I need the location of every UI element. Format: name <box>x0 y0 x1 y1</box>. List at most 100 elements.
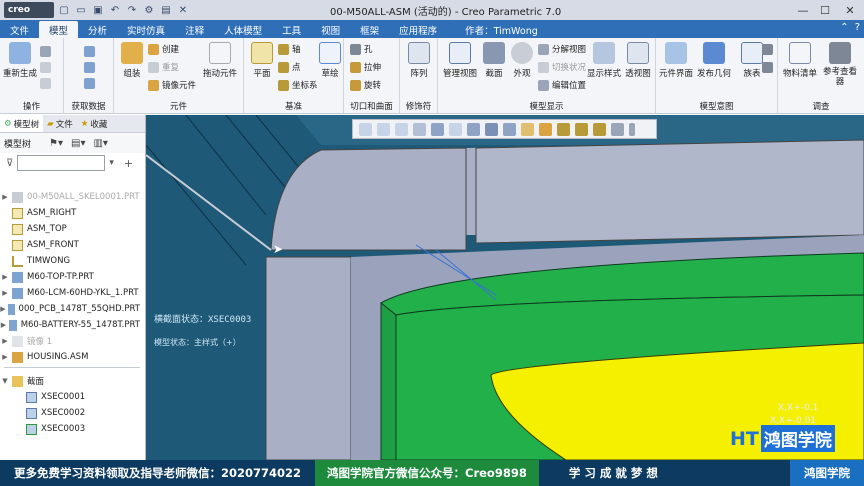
tab-annotate[interactable]: 注释 <box>175 21 214 38</box>
tree-search-input[interactable] <box>17 155 106 171</box>
copy-geometry-button[interactable] <box>84 60 98 74</box>
tree-item[interactable]: TIMWONG <box>0 253 140 269</box>
window-icon[interactable]: ▤ <box>159 3 173 17</box>
bom-button[interactable]: 物料清单 <box>782 42 818 79</box>
tab-framework[interactable]: 框架 <box>350 21 389 38</box>
window-controls: — ☐ ✕ <box>792 0 864 20</box>
repaint-icon[interactable] <box>413 122 426 136</box>
toggle-status-button[interactable]: 切换状况 <box>538 60 586 74</box>
tab-model[interactable]: 模型 <box>39 21 79 38</box>
regenerate-button[interactable]: 重新生成 <box>2 42 38 79</box>
tree-item[interactable]: XSEC0003 <box>14 421 154 437</box>
new-icon[interactable]: ▢ <box>57 3 71 17</box>
close-button[interactable]: ✕ <box>836 0 864 20</box>
zoom-in-icon[interactable] <box>377 122 390 136</box>
refit-icon[interactable] <box>359 122 372 136</box>
tree-item[interactable]: ▶ HOUSING.ASM <box>0 349 140 365</box>
graphics-window[interactable]: 横截面状态：XSEC0003 模型状态：主样式（+） X,X+-0.1 X,X+… <box>146 115 864 460</box>
axis-display-icon[interactable] <box>557 122 570 136</box>
assemble-button[interactable]: 组装 <box>114 42 150 79</box>
manage-views-button[interactable]: 管理视图 <box>442 42 478 79</box>
tab-favorites[interactable]: ★ 收藏 <box>77 115 112 132</box>
section-view-icon[interactable] <box>503 122 516 136</box>
datum-display-icon[interactable] <box>521 122 534 136</box>
csys-display-icon[interactable] <box>593 122 606 136</box>
saved-views-icon[interactable] <box>449 122 462 136</box>
tree-show-icon[interactable]: ▤▾ <box>71 138 85 149</box>
tree-columns-icon[interactable]: ▥▾ <box>93 138 107 149</box>
tree-item[interactable]: ▶ M60-LCM-60HD-YKL_1.PRT <box>0 285 140 301</box>
component-interface-button[interactable]: 元件界面 <box>658 42 694 79</box>
csys-button[interactable]: 坐标系 <box>278 78 318 92</box>
settings-button[interactable] <box>40 76 54 90</box>
collapse-ribbon-icon[interactable]: ⌃ <box>840 22 848 33</box>
tree-item[interactable]: ASM_TOP <box>0 221 140 237</box>
appearance-button[interactable]: 外观 <box>504 42 540 79</box>
tree-item[interactable]: ▶ M60-BATTERY-55_1478T.PRT <box>0 317 140 333</box>
tree-item[interactable]: ASM_FRONT <box>0 237 140 253</box>
pattern-button[interactable]: 阵列 <box>401 42 437 79</box>
perspective-button[interactable]: 透视图 <box>620 42 656 79</box>
tab-tools[interactable]: 工具 <box>272 21 311 38</box>
close-window-icon[interactable]: ✕ <box>176 3 190 17</box>
pause-icon[interactable] <box>629 122 635 136</box>
open-icon[interactable]: ▭ <box>74 3 88 17</box>
create-button[interactable]: 创建 <box>148 42 179 56</box>
tree-item[interactable]: ▶ 镜像 1 <box>0 333 140 349</box>
tab-manikin[interactable]: 人体模型 <box>214 21 272 38</box>
tree-item[interactable]: XSEC0001 <box>14 389 154 405</box>
help-icon[interactable]: ? <box>855 22 860 33</box>
reference-viewer-button[interactable]: 参考查看器 <box>822 42 858 87</box>
publish-geometry-button[interactable]: 发布几何 <box>696 42 732 79</box>
point-display-icon[interactable] <box>575 122 588 136</box>
minimize-button[interactable]: — <box>792 0 814 20</box>
drag-components-button[interactable]: 拖动元件 <box>202 42 238 79</box>
tab-folder-browser[interactable]: ▰ 文件 <box>43 115 77 132</box>
annotation-display-icon[interactable] <box>611 122 624 136</box>
tree-item[interactable]: ▶ 000_PCB_1478T_55QHD.PRT <box>0 301 140 317</box>
explode-view-button[interactable]: 分解视图 <box>538 42 586 56</box>
zoom-out-icon[interactable] <box>395 122 408 136</box>
user-feature-button[interactable] <box>84 44 98 58</box>
regenerate-icon[interactable]: ⚙ <box>142 3 156 17</box>
filter-icon[interactable]: ⊽ <box>6 158 13 169</box>
search-dropdown-icon[interactable]: ▾ <box>109 158 114 168</box>
mirror-component-button[interactable]: 镜像元件 <box>148 78 196 92</box>
parameters-button[interactable] <box>762 60 776 74</box>
axis-button[interactable]: 轴 <box>278 42 301 56</box>
edit-position-button[interactable]: 编辑位置 <box>538 78 586 92</box>
tab-file[interactable]: 文件 <box>0 21 39 38</box>
tab-view[interactable]: 视图 <box>311 21 350 38</box>
tab-applications[interactable]: 应用程序 <box>389 21 447 38</box>
repeat-button[interactable]: 重复 <box>148 60 179 74</box>
tree-item[interactable]: ▶ 00-M50ALL_SKEL0001.PRT <box>0 189 140 205</box>
tab-live-simulation[interactable]: 实时仿真 <box>117 21 175 38</box>
add-icon[interactable]: + <box>124 157 133 170</box>
maximize-button[interactable]: ☐ <box>814 0 836 20</box>
undo-icon[interactable]: ↶ <box>108 3 122 17</box>
tree-item[interactable]: XSEC0002 <box>14 405 154 421</box>
relations-button[interactable] <box>762 42 776 56</box>
point-button[interactable]: 点 <box>278 60 301 74</box>
tree-item[interactable]: ASM_RIGHT <box>0 205 140 221</box>
tree-item[interactable]: ▼ 截面 <box>0 373 140 389</box>
save-icon[interactable]: ▣ <box>91 3 105 17</box>
revolve-button[interactable]: 旋转 <box>350 78 381 92</box>
copy-button[interactable] <box>40 44 54 58</box>
plane-button[interactable]: 平面 <box>244 42 280 79</box>
tab-analysis[interactable]: 分析 <box>78 21 117 38</box>
plane-display-icon[interactable] <box>539 122 552 136</box>
hole-button[interactable]: 孔 <box>350 42 373 56</box>
delete-button[interactable] <box>40 60 54 74</box>
redo-icon[interactable]: ↷ <box>125 3 139 17</box>
sketch-button[interactable]: 草绘 <box>312 42 348 79</box>
view-manager-icon[interactable] <box>467 122 480 136</box>
extrude-button[interactable]: 拉伸 <box>350 60 381 74</box>
tab-model-tree[interactable]: ⚙ 模型树 <box>0 115 44 132</box>
perspective-icon[interactable] <box>485 122 498 136</box>
merge-button[interactable] <box>84 76 98 90</box>
display-style-button[interactable]: 显示样式 <box>586 42 622 79</box>
display-style-icon[interactable] <box>431 122 444 136</box>
tree-item[interactable]: ▶ M60-TOP-TP.PRT <box>0 269 140 285</box>
tree-settings-icon[interactable]: ⚑▾ <box>49 138 63 149</box>
